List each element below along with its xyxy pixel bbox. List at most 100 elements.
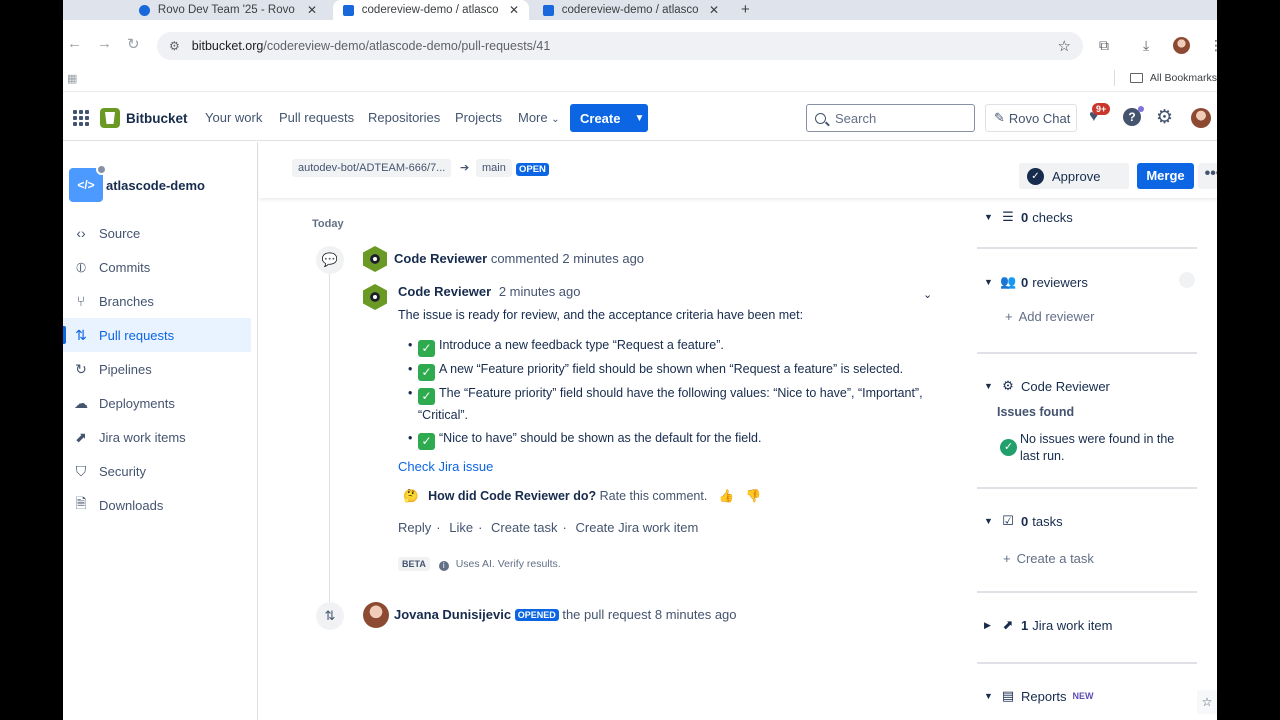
thumbs-up-icon[interactable]: 👍 [719, 489, 735, 503]
download-icon[interactable]: ⤓ [1143, 37, 1149, 54]
browser-tab[interactable]: codereview-demo / atlascode ✕ [533, 0, 729, 20]
reply-link[interactable]: Reply [398, 520, 431, 535]
checkmark-icon: ✓ [418, 433, 435, 450]
opened-time[interactable]: 8 minutes ago [655, 607, 737, 622]
comment-author[interactable]: Code Reviewer [398, 284, 491, 299]
plus-icon: + [1005, 309, 1013, 324]
jira-work-item-row[interactable]: ▶ ⬈ 1 Jira work item [984, 617, 1112, 633]
divider [977, 591, 1197, 593]
close-tab-icon[interactable]: ✕ [307, 3, 317, 17]
more-actions-button[interactable]: ••• [1198, 163, 1217, 189]
no-issues-text: No issues were found in the last run. [1020, 432, 1175, 463]
ai-beta-note: BETA i Uses AI. Verify results. [398, 557, 561, 571]
chrome-menu-icon[interactable]: ⋮ [1209, 37, 1217, 54]
opened-author[interactable]: Jovana Dunisijevic [394, 607, 511, 622]
repo-header[interactable]: </> atlascode-demo [69, 164, 205, 202]
create-jira-work-item-link[interactable]: Create Jira work item [576, 520, 699, 535]
sidebar-item-commits[interactable]: ⦶ Commits [63, 250, 251, 284]
create-task-link[interactable]: Create task [491, 520, 557, 535]
reviewers-row[interactable]: ▼ 👥 0 reviewers [984, 274, 1088, 290]
jira-icon: ⬈ [1002, 617, 1014, 632]
browser-tab-active[interactable]: codereview-demo / atlascode ✕ [333, 0, 529, 20]
source-branch[interactable]: autodev-bot/ADTEAM-666/7... [292, 159, 452, 177]
comment-actions: Reply · Like · Create task · Create Jira wo… [398, 520, 699, 535]
plus-icon: + [1003, 551, 1011, 566]
list-icon: ☰ [1002, 209, 1014, 224]
like-link[interactable]: Like [449, 520, 473, 535]
event-time[interactable]: 2 minutes ago [562, 251, 644, 266]
private-lock-icon [96, 164, 107, 175]
thumbs-down-icon[interactable]: 👎 [746, 489, 762, 503]
user-avatar[interactable] [1191, 108, 1211, 128]
apps-grid-icon[interactable]: ▦ [67, 72, 77, 85]
url-path: /codereview-demo/atlascode-demo/pull-req… [263, 39, 551, 53]
sidebar-item-branches[interactable]: ⑂ Branches [63, 284, 251, 318]
bitbucket-favicon [543, 4, 554, 16]
commit-icon: ⦶ [75, 258, 87, 275]
comment-header: Code Reviewer 2 minutes ago [398, 284, 581, 299]
sidebar-item-pull-requests[interactable]: ⇅ Pull requests [63, 318, 251, 352]
destination-branch[interactable]: main [476, 159, 512, 177]
nav-more[interactable]: More ⌄ [518, 110, 560, 125]
sidebar-item-deployments[interactable]: ☁ Deployments [63, 386, 251, 420]
chevron-down-icon[interactable]: ⌄ [923, 288, 932, 301]
forward-arrow-icon[interactable]: → [97, 35, 112, 52]
opened-lozenge: OPENED [514, 609, 559, 621]
checkmark-icon: ✓ [418, 364, 435, 381]
pull-request-icon: ⇅ [75, 326, 87, 343]
nav-your-work[interactable]: Your work [205, 110, 262, 125]
settings-gear-icon[interactable]: ⚙ [1156, 106, 1173, 129]
chevron-down-icon: ⌄ [551, 114, 560, 125]
code-icon: ‹› [76, 225, 86, 241]
extensions-icon[interactable]: ⧉ [1099, 37, 1109, 54]
nav-pull-requests[interactable]: Pull requests [279, 110, 354, 125]
back-arrow-icon[interactable]: ← [67, 35, 82, 52]
checks-row[interactable]: ▼ ☰ 0 checks [984, 209, 1073, 225]
create-task-button[interactable]: + Create a task [1003, 551, 1094, 566]
sidebar-item-downloads[interactable]: 🗎 Downloads [63, 488, 251, 522]
create-button[interactable]: Create ▼ [570, 104, 648, 132]
nav-repositories[interactable]: Repositories [368, 110, 440, 125]
bitbucket-logo[interactable]: Bitbucket [100, 108, 188, 128]
timeline-line [329, 272, 330, 602]
comment-time[interactable]: 2 minutes ago [499, 284, 581, 299]
opened-event: Jovana Dunisijevic OPENED the pull reque… [394, 607, 737, 622]
pr-status-lozenge: OPEN [516, 163, 549, 176]
close-tab-icon[interactable]: ✕ [709, 3, 719, 17]
chevron-down-icon: ▼ [984, 277, 993, 287]
bookmark-star-icon[interactable]: ☆ [1058, 37, 1071, 55]
url-host: bitbucket.org [191, 39, 264, 53]
new-tab-button[interactable]: + [741, 1, 750, 18]
jovana-avatar [363, 602, 389, 628]
feedback-pin-icon[interactable]: ☆ [1197, 690, 1217, 714]
file-icon: 🗎 [75, 495, 87, 511]
checkbox-icon: ☑ [1002, 513, 1014, 528]
reviewer-placeholder [1179, 272, 1195, 288]
close-tab-icon[interactable]: ✕ [509, 3, 519, 17]
sidebar-item-pipelines[interactable]: ↻ Pipelines [63, 352, 251, 386]
code-reviewer-row[interactable]: ▼ ⚙ Code Reviewer [984, 378, 1110, 394]
rovo-chat-button[interactable]: ✎ Rovo Chat [985, 104, 1077, 132]
address-bar[interactable]: ⚙ bitbucket.org/codereview-demo/atlascod… [157, 32, 1083, 60]
browser-tab[interactable]: Rovo Dev Team '25 - Rovo de ✕ [129, 0, 327, 20]
comment-event: Code Reviewer commented 2 minutes ago [394, 251, 645, 266]
add-reviewer-button[interactable]: + Add reviewer [1005, 309, 1094, 324]
tasks-row[interactable]: ▼ ☑ 0 tasks [984, 513, 1063, 529]
branch-icon: ⑂ [76, 293, 86, 309]
event-author[interactable]: Code Reviewer [394, 251, 487, 266]
sidebar-item-source[interactable]: ‹› Source [63, 216, 251, 250]
reload-icon[interactable]: ↻ [127, 35, 140, 53]
all-bookmarks[interactable]: All Bookmarks [1129, 72, 1217, 84]
check-jira-issue-link[interactable]: Check Jira issue [398, 459, 493, 474]
merge-button[interactable]: Merge [1137, 163, 1194, 189]
search-input[interactable]: Search [806, 104, 975, 132]
app-switcher-icon[interactable] [73, 110, 89, 126]
site-settings-icon[interactable]: ⚙ [169, 39, 180, 53]
code-reviewer-avatar [363, 246, 387, 272]
nav-projects[interactable]: Projects [455, 110, 502, 125]
profile-avatar[interactable] [1173, 37, 1190, 54]
sidebar-item-jira[interactable]: ⬈ Jira work items [63, 420, 251, 454]
reports-row[interactable]: ▼ ▤ Reports NEW [984, 688, 1094, 704]
approve-button[interactable]: ✓ Approve [1019, 163, 1129, 189]
sidebar-item-security[interactable]: ⛉ Security [63, 454, 251, 488]
